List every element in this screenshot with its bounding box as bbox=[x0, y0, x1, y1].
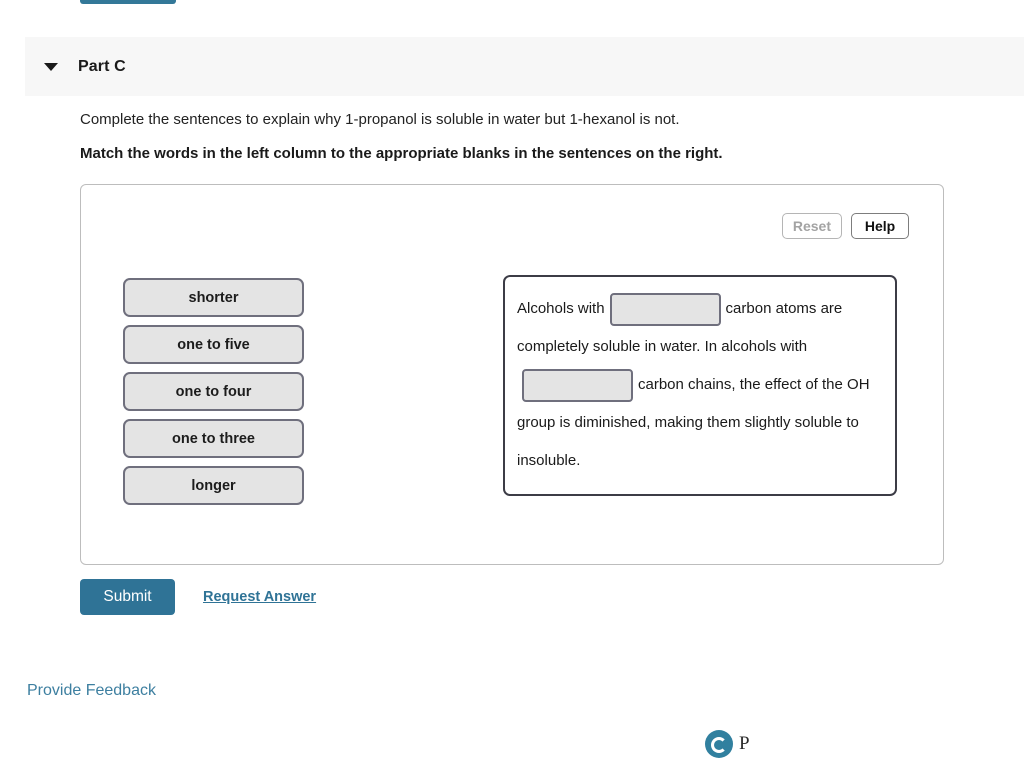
tool-buttons: Reset Help bbox=[781, 213, 909, 239]
question-instruction: Match the words in the left column to th… bbox=[80, 145, 723, 162]
sentence-fragment-1: Alcohols with bbox=[517, 300, 605, 318]
previous-section-submit-button-partial[interactable] bbox=[80, 0, 176, 4]
word-tile-one-to-four[interactable]: one to four bbox=[123, 372, 304, 411]
footer-logo: P bbox=[705, 730, 750, 758]
part-c-header[interactable]: Part C bbox=[25, 37, 1024, 96]
word-tile-longer[interactable]: longer bbox=[123, 466, 304, 505]
question-area: Complete the sentences to explain why 1-… bbox=[80, 110, 980, 164]
footer-logo-text: P bbox=[739, 733, 750, 754]
reset-button[interactable]: Reset bbox=[781, 213, 842, 239]
request-answer-link[interactable]: Request Answer bbox=[203, 589, 316, 605]
provide-feedback-link[interactable]: Provide Feedback bbox=[27, 682, 156, 700]
question-prompt: Complete the sentences to explain why 1-… bbox=[80, 111, 680, 128]
word-tile-shorter[interactable]: shorter bbox=[123, 278, 304, 317]
drop-blank-1[interactable] bbox=[609, 292, 721, 326]
help-button[interactable]: Help bbox=[851, 213, 909, 239]
submit-button[interactable]: Submit bbox=[80, 579, 175, 615]
word-tile-one-to-three[interactable]: one to three bbox=[123, 419, 304, 458]
word-tile-one-to-five[interactable]: one to five bbox=[123, 325, 304, 364]
part-title: Part C bbox=[78, 57, 126, 75]
word-bank: shorter one to five one to four one to t… bbox=[123, 278, 304, 505]
pearson-logo-icon bbox=[705, 730, 733, 758]
answer-box: Reset Help shorter one to five one to fo… bbox=[80, 184, 944, 565]
drop-blank-2[interactable] bbox=[522, 368, 633, 402]
sentence-panel: Alcohols with carbon atoms are completely… bbox=[503, 275, 897, 497]
caret-down-icon[interactable] bbox=[44, 60, 58, 74]
submit-row: Submit Request Answer bbox=[80, 579, 316, 615]
